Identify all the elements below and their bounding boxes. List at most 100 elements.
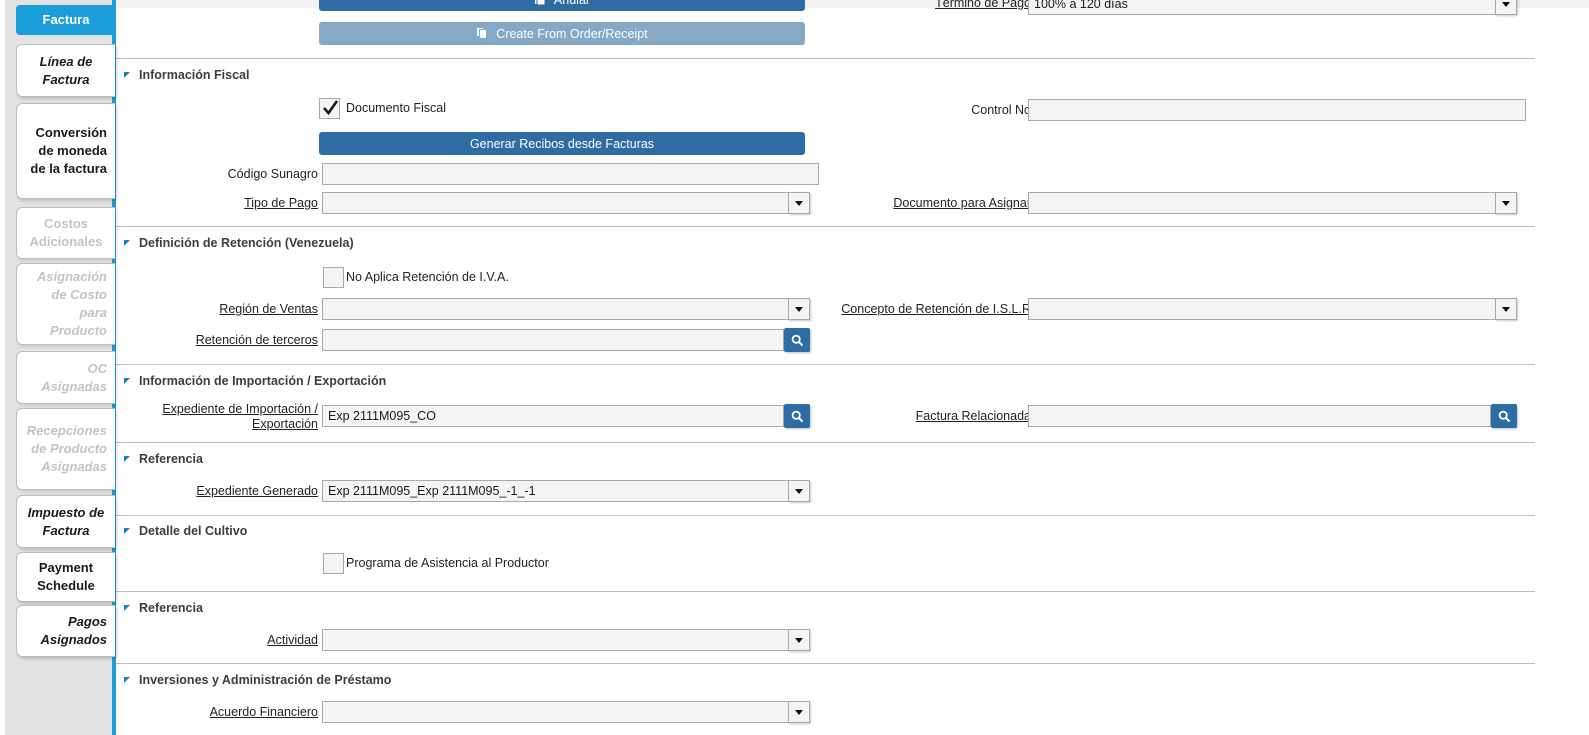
- section-header-referencia-1[interactable]: Referencia: [124, 452, 203, 466]
- form-content-area: Anular Create From Order/Receipt Término…: [116, 0, 1589, 735]
- sidebar-item-label: Impuesto de Factura: [27, 504, 105, 538]
- tipo-de-pago-value[interactable]: [322, 192, 788, 214]
- documento-fiscal-checkbox[interactable]: [319, 98, 340, 119]
- chevron-down-icon[interactable]: [1495, 298, 1517, 320]
- expediente-importacion-label[interactable]: Expediente de Importación / Exportación: [146, 402, 318, 432]
- expediente-generado-combo[interactable]: Exp 2111M095_Exp 2111M095_-1_-1: [322, 480, 810, 502]
- concepto-retencion-islr-combo[interactable]: [1028, 298, 1517, 320]
- clipped-top-button-label: Anular: [554, 0, 590, 7]
- sidebar-item-label: Costos Adicionales: [29, 216, 103, 249]
- create-from-order-receipt-label: Create From Order/Receipt: [496, 26, 648, 41]
- chevron-down-icon[interactable]: [788, 629, 810, 651]
- sidebar-item-label: Payment Schedule: [37, 560, 95, 593]
- collapse-triangle-icon[interactable]: [124, 378, 130, 384]
- lookup-search-icon[interactable]: [784, 328, 810, 352]
- retencion-de-terceros-label[interactable]: Retención de terceros: [156, 333, 318, 348]
- section-header-inversiones[interactable]: Inversiones y Administración de Préstamo: [124, 673, 391, 687]
- section-header-importacion-exportacion[interactable]: Información de Importación / Exportación: [124, 374, 386, 388]
- collapse-triangle-icon[interactable]: [124, 528, 130, 534]
- sidebar-item-costos-adicionales[interactable]: Costos Adicionales: [16, 207, 115, 259]
- factura-relacionada-value[interactable]: [1028, 405, 1491, 427]
- section-divider: [116, 591, 1535, 592]
- region-de-ventas-combo[interactable]: [322, 298, 810, 320]
- section-title: Detalle del Cultivo: [139, 524, 248, 538]
- chevron-down-icon[interactable]: [1495, 192, 1517, 214]
- clipped-top-button[interactable]: Anular: [319, 0, 805, 11]
- actividad-label[interactable]: Actividad: [156, 633, 318, 648]
- concepto-retencion-islr-value[interactable]: [1028, 298, 1495, 320]
- collapse-triangle-icon[interactable]: [124, 72, 130, 78]
- collapse-triangle-icon[interactable]: [124, 240, 130, 246]
- factura-relacionada-label[interactable]: Factura Relacionada: [856, 409, 1031, 424]
- section-header-definicion-retencion[interactable]: Definición de Retención (Venezuela): [124, 236, 354, 250]
- codigo-sunagro-label: Código Sunagro: [227, 167, 318, 181]
- document-icon: [534, 0, 546, 6]
- region-de-ventas-label[interactable]: Región de Ventas: [156, 302, 318, 317]
- section-title: Referencia: [139, 452, 203, 466]
- collapse-triangle-icon[interactable]: [124, 456, 130, 462]
- documento-para-asignar-value[interactable]: [1028, 192, 1495, 214]
- sidebar-item-label: Conversión de moneda de la factura: [30, 125, 107, 176]
- retencion-de-terceros-value[interactable]: [322, 329, 784, 351]
- documento-para-asignar-combo[interactable]: [1028, 192, 1517, 214]
- concepto-retencion-islr-label[interactable]: Concepto de Retención de I.S.L.R: [821, 302, 1031, 317]
- section-divider: [116, 515, 1535, 516]
- lookup-search-icon[interactable]: [784, 404, 810, 428]
- create-from-order-receipt-button[interactable]: Create From Order/Receipt: [319, 22, 805, 45]
- generar-recibos-button[interactable]: Generar Recibos desde Facturas: [319, 132, 805, 155]
- tipo-de-pago-combo[interactable]: [322, 192, 810, 214]
- no-aplica-retencion-iva-label: No Aplica Retención de I.V.A.: [346, 270, 509, 284]
- sidebar-item-label: Pagos Asignados: [40, 614, 107, 647]
- sidebar-item-conversion-moneda[interactable]: Conversión de moneda de la factura: [16, 103, 115, 199]
- sidebar-item-linea-de-factura[interactable]: Línea de Factura: [16, 44, 115, 97]
- chevron-down-icon[interactable]: [788, 298, 810, 320]
- chevron-down-icon[interactable]: [1495, 0, 1517, 15]
- payment-term-combo[interactable]: 100% a 120 días: [1028, 0, 1517, 15]
- section-divider: [116, 663, 1535, 664]
- section-header-detalle-cultivo[interactable]: Detalle del Cultivo: [124, 524, 247, 538]
- programa-asistencia-productor-label: Programa de Asistencia al Productor: [346, 556, 549, 570]
- no-aplica-retencion-iva-checkbox[interactable]: [323, 267, 344, 288]
- sidebar-item-factura[interactable]: Factura: [16, 5, 115, 35]
- expediente-importacion-value[interactable]: Exp 2111M095_CO: [322, 405, 784, 427]
- chevron-down-icon[interactable]: [788, 701, 810, 723]
- sidebar-item-recepciones-producto-asignadas[interactable]: Recepciones de Producto Asignadas: [16, 408, 115, 490]
- expediente-generado-label[interactable]: Expediente Generado: [156, 484, 318, 499]
- chevron-down-icon[interactable]: [788, 192, 810, 214]
- actividad-combo[interactable]: [322, 629, 810, 651]
- section-title: Definición de Retención (Venezuela): [139, 236, 354, 250]
- generar-recibos-label: Generar Recibos desde Facturas: [469, 136, 655, 151]
- sidebar-item-oc-asignadas[interactable]: OC Asignadas: [16, 351, 115, 404]
- acuerdo-financiero-combo[interactable]: [322, 701, 810, 723]
- acuerdo-financiero-value[interactable]: [322, 701, 788, 723]
- collapse-triangle-icon[interactable]: [124, 677, 130, 683]
- section-divider: [116, 364, 1535, 365]
- lookup-search-icon[interactable]: [1491, 404, 1517, 428]
- sidebar-item-asignacion-costo-producto[interactable]: Asignación de Costo para Producto: [16, 263, 115, 345]
- expediente-generado-value[interactable]: Exp 2111M095_Exp 2111M095_-1_-1: [322, 480, 788, 502]
- payment-term-label[interactable]: Término de Pago: [856, 0, 1031, 11]
- payment-term-value[interactable]: 100% a 120 días: [1028, 0, 1495, 15]
- expediente-importacion-lookup[interactable]: Exp 2111M095_CO: [322, 404, 810, 428]
- section-header-referencia-2[interactable]: Referencia: [124, 601, 203, 615]
- actividad-value[interactable]: [322, 629, 788, 651]
- tipo-de-pago-label[interactable]: Tipo de Pago: [156, 196, 318, 211]
- control-no-input[interactable]: [1028, 99, 1526, 121]
- section-divider: [116, 226, 1535, 227]
- control-no-label: Control No: [971, 103, 1031, 117]
- sidebar-item-payment-schedule[interactable]: Payment Schedule: [16, 552, 115, 602]
- retencion-de-terceros-lookup[interactable]: [322, 328, 810, 352]
- programa-asistencia-productor-checkbox[interactable]: [323, 553, 344, 574]
- sidebar-item-pagos-asignados[interactable]: Pagos Asignados: [16, 605, 115, 657]
- factura-relacionada-lookup[interactable]: [1028, 404, 1517, 428]
- documento-para-asignar-label[interactable]: Documento para Asignar: [856, 196, 1031, 211]
- chevron-down-icon[interactable]: [788, 480, 810, 502]
- codigo-sunagro-input[interactable]: [322, 163, 819, 185]
- section-header-informacion-fiscal[interactable]: Información Fiscal: [124, 68, 249, 82]
- region-de-ventas-value[interactable]: [322, 298, 788, 320]
- sidebar-item-impuesto-de-factura[interactable]: Impuesto de Factura: [16, 495, 115, 548]
- documento-fiscal-label: Documento Fiscal: [346, 101, 447, 115]
- acuerdo-financiero-label[interactable]: Acuerdo Financiero: [156, 705, 318, 720]
- section-title: Información Fiscal: [139, 68, 250, 82]
- collapse-triangle-icon[interactable]: [124, 605, 130, 611]
